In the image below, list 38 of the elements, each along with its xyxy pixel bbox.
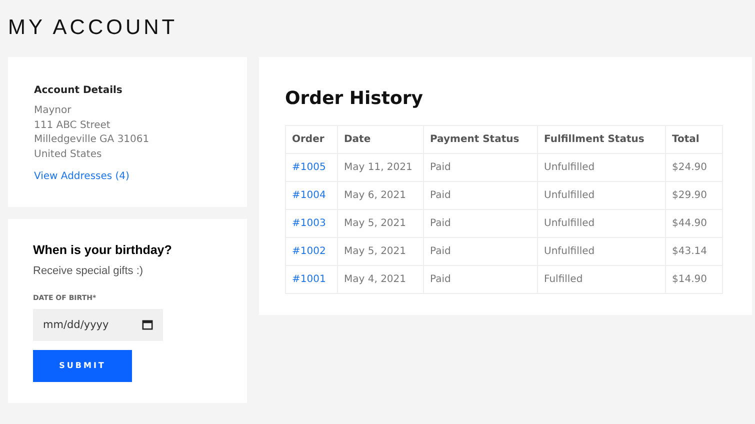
card-heading: Account Details (34, 84, 124, 98)
table-cell: Fulfilled (538, 266, 666, 294)
page-title: MY ACCOUNT (8, 15, 179, 41)
table-cell: $43.14 (666, 238, 722, 266)
address-line: 111 ABC Street (34, 118, 112, 132)
table-cell: Unfulfilled (538, 210, 666, 238)
table-cell: Unfulfilled (538, 182, 666, 210)
column-header: Fulfillment Status (538, 126, 666, 154)
address-line: Milledgeville GA 31061 (34, 133, 150, 147)
table-cell: $14.90 (666, 266, 722, 294)
table-cell: Paid (424, 154, 538, 182)
table-cell: Unfulfilled (538, 238, 666, 266)
table-cell: Paid (424, 182, 538, 210)
table-cell: May 11, 2021 (338, 154, 424, 182)
table-cell: Unfulfilled (538, 154, 666, 182)
table-cell: May 5, 2021 (338, 210, 424, 238)
table-cell: $29.90 (666, 182, 722, 210)
calendar-icon (142, 318, 153, 330)
card-heading: When is your birthday? (33, 242, 173, 259)
table-cell: Paid (424, 266, 538, 294)
column-header: Order (286, 126, 338, 154)
table-cell: $44.90 (666, 210, 722, 238)
card-subtitle: Receive special gifts :) (33, 264, 144, 279)
table-cell: May 5, 2021 (338, 238, 424, 266)
address-line: United States (34, 148, 103, 162)
card-heading: Order History (285, 87, 424, 111)
table-cell: May 6, 2021 (338, 182, 424, 210)
view-addresses-link[interactable]: View Addresses (4) (34, 169, 130, 184)
column-header: Date (338, 126, 424, 154)
column-header: Total (666, 126, 722, 154)
date-field[interactable]: mm/dd/yyyy (33, 308, 163, 341)
table-cell: Paid (424, 238, 538, 266)
table-cell: May 4, 2021 (338, 266, 424, 294)
table-cell: $24.90 (666, 154, 722, 182)
column-header: Payment Status (424, 126, 538, 154)
address-line: Maynor (34, 104, 72, 118)
table-cell: Paid (424, 210, 538, 238)
submit-button[interactable]: SUBMIT (33, 350, 132, 382)
